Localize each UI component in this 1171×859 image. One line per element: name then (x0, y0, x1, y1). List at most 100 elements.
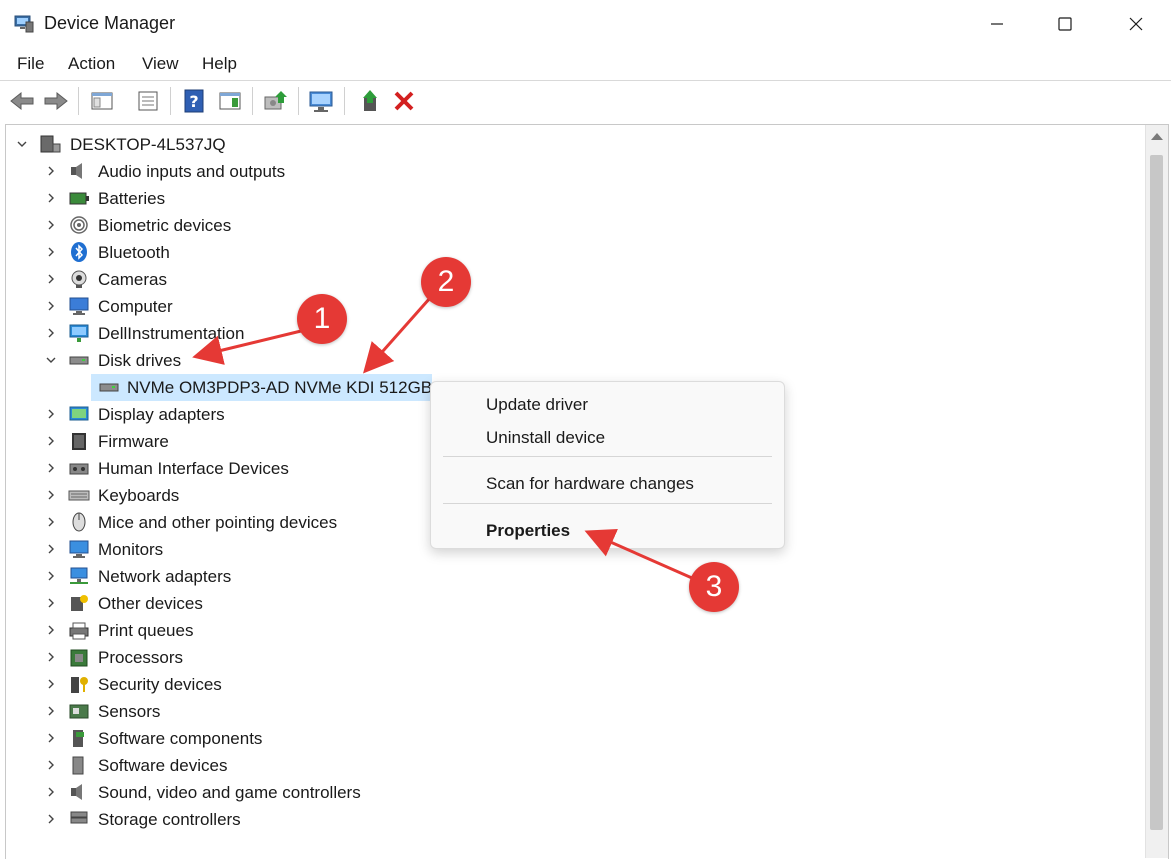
uninstall-button[interactable] (390, 87, 418, 115)
tree-item-audio-inputs-and-outputs[interactable]: Audio inputs and outputs (6, 158, 1136, 185)
chevron-right-icon[interactable] (43, 540, 59, 558)
title-bar: Device Manager (0, 0, 1171, 48)
chevron-right-icon[interactable] (43, 648, 59, 666)
disk-drive-icon (99, 383, 119, 392)
enable-device-button[interactable] (356, 87, 384, 115)
tree-item-network-adapters[interactable]: Network adapters (6, 563, 1136, 590)
tree-item-label: Human Interface Devices (98, 459, 289, 478)
help-button[interactable]: ? (180, 87, 208, 115)
tree-item-label: Audio inputs and outputs (98, 162, 286, 181)
camera-icon (71, 270, 87, 288)
tree-item-label: Processors (98, 648, 184, 667)
show-hide-tree-button[interactable] (88, 87, 116, 115)
device-manager-window: Device Manager File Action View Help ? D… (0, 0, 1171, 859)
action-pane-icon (219, 92, 241, 110)
chevron-right-icon[interactable] (43, 324, 59, 342)
chevron-right-icon[interactable] (43, 621, 59, 639)
chevron-right-icon[interactable] (43, 297, 59, 315)
tree-item-disk-drives[interactable]: Disk drives (6, 347, 1136, 374)
processor-icon (70, 649, 88, 667)
tree-root[interactable]: DESKTOP-4L537JQ (6, 131, 1136, 158)
tree-item-security-devices[interactable]: Security devices (6, 671, 1136, 698)
speaker-icon (71, 163, 82, 179)
chevron-right-icon[interactable] (43, 513, 59, 531)
chevron-right-icon[interactable] (43, 486, 59, 504)
hid-icon (69, 463, 89, 475)
maximize-icon (1058, 17, 1072, 31)
chevron-right-icon[interactable] (43, 675, 59, 693)
annotation-badge-3: 3 (689, 562, 739, 612)
network-device-icon (69, 324, 89, 342)
update-driver-menu-item[interactable]: Update driver (486, 395, 588, 415)
chevron-right-icon[interactable] (43, 702, 59, 720)
chevron-right-icon[interactable] (43, 405, 59, 423)
chevron-right-icon[interactable] (43, 810, 59, 828)
security-key-icon (71, 677, 88, 693)
menu-view[interactable]: View (142, 54, 179, 74)
menu-action[interactable]: Action (68, 54, 115, 74)
chevron-right-icon[interactable] (43, 594, 59, 612)
back-button[interactable] (8, 87, 36, 115)
uninstall-device-menu-item[interactable]: Uninstall device (486, 428, 605, 448)
tree-item-sound-video-and-game-controllers[interactable]: Sound, video and game controllers (6, 779, 1136, 806)
sound-controller-icon (71, 784, 82, 800)
device-manager-app-icon (14, 15, 34, 33)
vertical-scrollbar[interactable] (1145, 125, 1168, 858)
chevron-right-icon[interactable] (43, 243, 59, 261)
tree-item-biometric-devices[interactable]: Biometric devices (6, 212, 1136, 239)
update-driver-button[interactable] (262, 87, 290, 115)
menu-file[interactable]: File (17, 54, 44, 74)
tree-item-label: Software devices (98, 756, 228, 775)
chevron-right-icon[interactable] (43, 729, 59, 747)
minimize-button[interactable] (962, 0, 1032, 48)
tree-item-label: Print queues (98, 621, 194, 640)
scan-hardware-button[interactable] (308, 87, 336, 115)
chevron-right-icon[interactable] (43, 783, 59, 801)
maximize-button[interactable] (1030, 0, 1100, 48)
svg-text:?: ? (189, 92, 198, 111)
chevron-down-icon[interactable] (14, 135, 30, 153)
tree-item-software-devices[interactable]: Software devices (6, 752, 1136, 779)
scroll-thumb[interactable] (1150, 155, 1163, 830)
enable-device-icon (363, 90, 377, 111)
chevron-right-icon[interactable] (43, 459, 59, 477)
forward-icon (44, 91, 68, 111)
properties-button[interactable] (134, 87, 162, 115)
menu-help[interactable]: Help (202, 54, 237, 74)
tree-item-label: Other devices (98, 594, 203, 613)
tree-item-storage-controllers[interactable]: Storage controllers (6, 806, 1136, 833)
uninstall-icon (394, 91, 414, 111)
tree-item-label: Monitors (98, 540, 164, 559)
help-icon: ? (184, 89, 204, 113)
annotation-badge-1: 1 (297, 294, 347, 344)
chevron-right-icon[interactable] (43, 189, 59, 207)
tree-item-dellinstrumentation[interactable]: DellInstrumentation (6, 320, 1136, 347)
tree-item-bluetooth[interactable]: Bluetooth (6, 239, 1136, 266)
context-menu: Update driver Uninstall device Scan for … (430, 381, 785, 549)
chevron-right-icon[interactable] (43, 756, 59, 774)
chevron-right-icon[interactable] (43, 567, 59, 585)
tree-item-sensors[interactable]: Sensors (6, 698, 1136, 725)
chevron-right-icon[interactable] (43, 432, 59, 450)
chevron-right-icon[interactable] (43, 162, 59, 180)
tree-item-batteries[interactable]: Batteries (6, 185, 1136, 212)
scan-hardware-menu-item[interactable]: Scan for hardware changes (486, 474, 694, 494)
forward-button[interactable] (42, 87, 70, 115)
scroll-up-arrow-icon[interactable] (1151, 133, 1163, 140)
computer-icon (69, 297, 89, 315)
properties-menu-item[interactable]: Properties (486, 521, 570, 541)
action-pane-button[interactable] (216, 87, 244, 115)
tree-item-computer[interactable]: Computer (6, 293, 1136, 320)
tree-item-label: Firmware (98, 432, 169, 451)
chevron-down-icon[interactable] (43, 351, 59, 369)
tree-item-software-components[interactable]: Software components (6, 725, 1136, 752)
window-title: Device Manager (44, 13, 176, 33)
tree-item-print-queues[interactable]: Print queues (6, 617, 1136, 644)
close-button[interactable] (1101, 0, 1171, 48)
tree-item-label: Batteries (98, 189, 166, 208)
chevron-right-icon[interactable] (43, 216, 59, 234)
tree-item-processors[interactable]: Processors (6, 644, 1136, 671)
tree-item-cameras[interactable]: Cameras (6, 266, 1136, 293)
chevron-right-icon[interactable] (43, 270, 59, 288)
tree-item-other-devices[interactable]: Other devices (6, 590, 1136, 617)
